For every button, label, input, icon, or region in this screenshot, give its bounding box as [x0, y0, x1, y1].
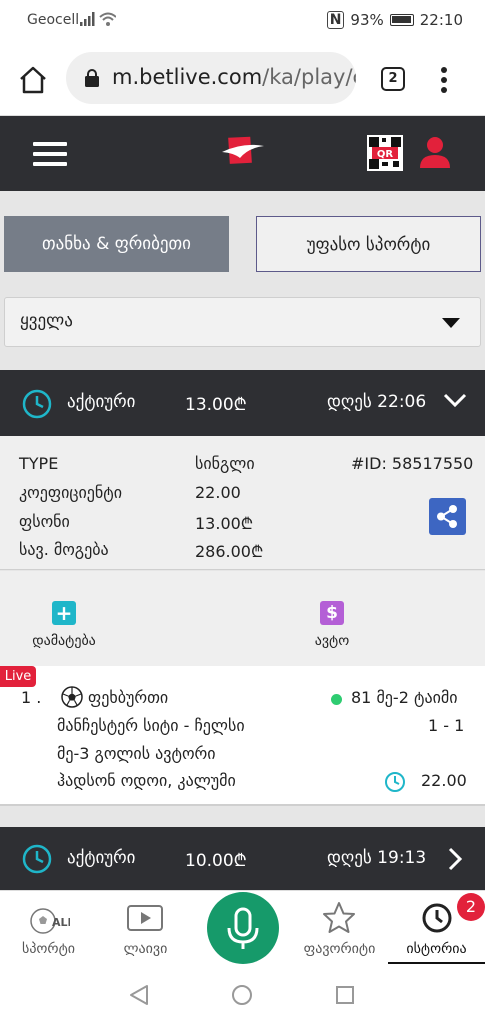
dollar-icon: $	[320, 601, 344, 625]
carrier-name: Geocell	[27, 12, 80, 28]
tab-money-freebet[interactable]: თანხა & ფრიბეთი	[4, 216, 229, 272]
bet-date: დღეს 19:13	[327, 848, 427, 868]
back-icon[interactable]	[128, 984, 150, 1006]
microphone-icon	[227, 907, 259, 949]
soccer-ball-icon	[61, 686, 83, 708]
soccer-ball-icon: ALL	[30, 908, 70, 934]
bet-status: აქტიური	[67, 848, 136, 868]
add-label: დამატება	[32, 633, 96, 649]
lock-icon	[85, 69, 99, 87]
event-row: 1 . ფეხბურთი 81 მე-2 ტაიმი მანჩესტერ სიტ…	[0, 666, 485, 806]
bet-amount: 10.00₾	[185, 851, 247, 871]
tab-free-sport[interactable]: უფასო სპორტი	[256, 216, 481, 272]
more-menu-icon[interactable]	[440, 67, 448, 93]
bet-id: #ID: 58517550	[351, 454, 474, 473]
nfc-icon: N	[326, 11, 345, 29]
system-nav-bar	[0, 964, 485, 1024]
battery-icon	[389, 14, 414, 26]
plus-icon: +	[52, 601, 76, 625]
nav-favorites[interactable]: ფავორიტი	[291, 891, 388, 965]
nav-sports[interactable]: ALL სპორტი	[0, 891, 97, 965]
nav-favorites-label: ფავორიტი	[303, 941, 376, 957]
signal-wifi-icon	[80, 12, 116, 26]
bet-header[interactable]: აქტიური 13.00₾ დღეს 22:06	[0, 370, 485, 436]
star-icon	[323, 902, 355, 933]
history-icon	[422, 903, 452, 933]
selection-name: ჰადსონ ოდოი, კალუმი	[57, 771, 236, 790]
event-index: 1 .	[21, 688, 42, 707]
stake-label: ფსონი	[19, 512, 70, 531]
bet-details: TYPE სინგლი #ID: 58517550 კოეფიციენტი 22…	[0, 436, 485, 570]
svg-text:ALL: ALL	[52, 916, 70, 929]
potential-win-value: 286.00₾	[195, 542, 264, 561]
selection-odds: 22.00	[421, 771, 467, 790]
home-circle-icon[interactable]	[231, 984, 253, 1006]
home-icon[interactable]	[18, 65, 48, 95]
chevron-down-icon[interactable]	[443, 392, 467, 408]
nav-sports-label: სპორტი	[22, 941, 75, 957]
clock-icon	[22, 844, 52, 874]
url-text: m.betlive.com/ka/play/c	[112, 65, 356, 89]
potential-win-label: სავ. მოგება	[19, 540, 109, 559]
tab-switcher-button[interactable]: 2	[381, 67, 405, 91]
hamburger-menu-icon[interactable]	[33, 142, 67, 166]
voice-search-button[interactable]	[207, 892, 279, 964]
clock-icon	[22, 389, 52, 419]
address-bar[interactable]: m.betlive.com/ka/play/c	[66, 52, 356, 104]
bet-status: აქტიური	[67, 392, 136, 412]
coefficient-value: 22.00	[195, 483, 241, 502]
auto-label: ავტო	[314, 633, 350, 649]
match-score: 1 - 1	[428, 716, 465, 735]
history-count-badge: 2	[457, 893, 485, 921]
type-value: სინგლი	[195, 454, 255, 473]
app-header: QR	[0, 116, 485, 191]
clock-icon	[385, 772, 405, 792]
share-icon	[437, 505, 457, 528]
live-dot	[331, 694, 342, 705]
add-button[interactable]: + დამატება	[30, 601, 98, 649]
recents-icon[interactable]	[335, 985, 355, 1005]
chevron-down-icon	[442, 318, 460, 328]
browser-toolbar: m.betlive.com/ka/play/c 2	[0, 40, 485, 116]
sport-name: ფეხბურთი	[88, 688, 169, 707]
bet-date: დღეს 22:06	[327, 392, 427, 412]
svg-text:QR: QR	[377, 149, 394, 160]
bet-header[interactable]: აქტიური 10.00₾ დღეს 19:13	[0, 827, 485, 890]
chevron-right-icon[interactable]	[447, 847, 463, 871]
live-badge: Live	[0, 666, 36, 687]
clock-time: 22:10	[419, 11, 463, 29]
share-button[interactable]	[429, 498, 466, 535]
betlive-logo[interactable]	[222, 134, 264, 170]
filter-selected-value: ყველა	[20, 311, 73, 331]
nav-live[interactable]: ლაივი	[97, 891, 194, 965]
status-bar: Geocell N 93% 22:10	[0, 0, 485, 40]
market-name: მე-3 გოლის ავტორი	[57, 744, 216, 763]
match-teams: მანჩესტერ სიტი - ჩელსი	[57, 716, 245, 735]
match-time-status: 81 მე-2 ტაიმი	[351, 688, 458, 707]
auto-button[interactable]: $ ავტო	[310, 601, 354, 649]
type-label: TYPE	[19, 454, 59, 473]
battery-percent: 93%	[350, 11, 384, 29]
nav-live-label: ლაივი	[123, 941, 168, 957]
qr-scanner-icon[interactable]: QR	[366, 134, 404, 172]
play-video-icon	[127, 905, 163, 931]
user-profile-icon[interactable]	[418, 136, 452, 170]
filter-select[interactable]: ყველა	[4, 297, 481, 347]
nav-history-label: ისტორია	[406, 941, 467, 957]
stake-value: 13.00₾	[195, 514, 254, 533]
coefficient-label: კოეფიციენტი	[19, 483, 123, 502]
bet-amount: 13.00₾	[185, 395, 247, 415]
bet-actions: + დამატება $ ავტო	[0, 571, 485, 666]
